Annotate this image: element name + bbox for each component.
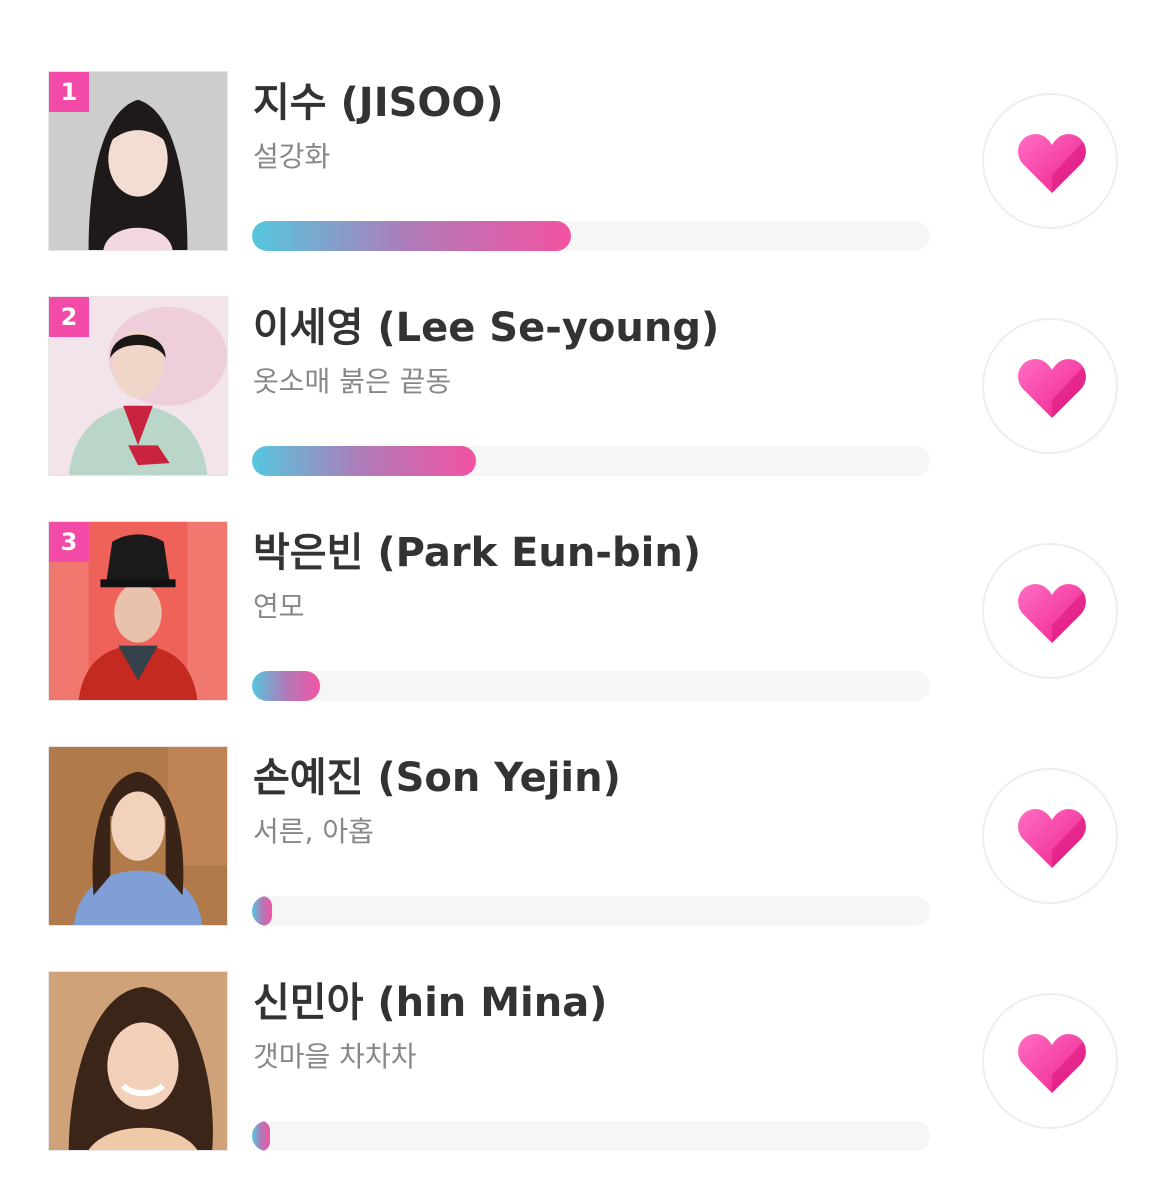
vote-button[interactable] <box>982 768 1118 904</box>
vote-progress-bar <box>252 446 930 476</box>
vote-progress-bar <box>252 671 930 701</box>
drama-title: 갯마을 차차차 <box>253 1040 417 1073</box>
heart-icon <box>1018 359 1086 418</box>
photo-placeholder <box>49 747 227 925</box>
list-item[interactable]: 손예진 (Son Yejin) 서른, 아홉 <box>0 746 1170 926</box>
list-item[interactable]: 1 지수 (JISOO) 설강화 <box>0 71 1170 251</box>
vote-progress-fill <box>252 896 272 926</box>
vote-button[interactable] <box>982 543 1118 679</box>
list-item[interactable]: 2 이세영 (Lee Se-young) 옷소매 붉은 끝동 <box>0 296 1170 476</box>
actor-name: 신민아 (hin Mina) <box>253 980 608 1026</box>
actor-photo[interactable]: 1 <box>48 71 228 251</box>
actor-photo[interactable] <box>48 746 228 926</box>
heart-icon <box>1018 134 1086 193</box>
rank-badge: 1 <box>49 72 89 112</box>
heart-icon <box>1018 1034 1086 1093</box>
actor-name: 박은빈 (Park Eun-bin) <box>253 530 702 576</box>
vote-progress-fill <box>252 1121 270 1151</box>
heart-icon <box>1018 584 1086 643</box>
vote-button[interactable] <box>982 993 1118 1129</box>
actor-photo[interactable]: 3 <box>48 521 228 701</box>
vote-progress-bar <box>252 221 930 251</box>
drama-title: 옷소매 붉은 끝동 <box>253 365 452 398</box>
vote-button[interactable] <box>982 318 1118 454</box>
heart-icon <box>1018 809 1086 868</box>
list-item[interactable]: 신민아 (hin Mina) 갯마을 차차차 <box>0 971 1170 1151</box>
actor-name: 손예진 (Son Yejin) <box>253 755 621 801</box>
drama-title: 연모 <box>253 590 305 623</box>
vote-progress-fill <box>252 671 320 701</box>
photo-placeholder <box>49 972 227 1150</box>
actor-name: 지수 (JISOO) <box>253 80 504 126</box>
ranking-list: 1 지수 (JISOO) 설강화 2 이세영 (Lee Se-young) 옷소… <box>0 0 1170 1181</box>
drama-title: 서른, 아홉 <box>253 815 374 848</box>
list-item[interactable]: 3 박은빈 (Park Eun-bin) 연모 <box>0 521 1170 701</box>
drama-title: 설강화 <box>253 140 331 173</box>
vote-progress-bar <box>252 896 930 926</box>
rank-badge: 3 <box>49 522 89 562</box>
vote-button[interactable] <box>982 93 1118 229</box>
actor-photo[interactable]: 2 <box>48 296 228 476</box>
vote-progress-fill <box>252 446 476 476</box>
actor-name: 이세영 (Lee Se-young) <box>253 305 720 351</box>
vote-progress-bar <box>252 1121 930 1151</box>
actor-photo[interactable] <box>48 971 228 1151</box>
vote-progress-fill <box>252 221 571 251</box>
rank-badge: 2 <box>49 297 89 337</box>
